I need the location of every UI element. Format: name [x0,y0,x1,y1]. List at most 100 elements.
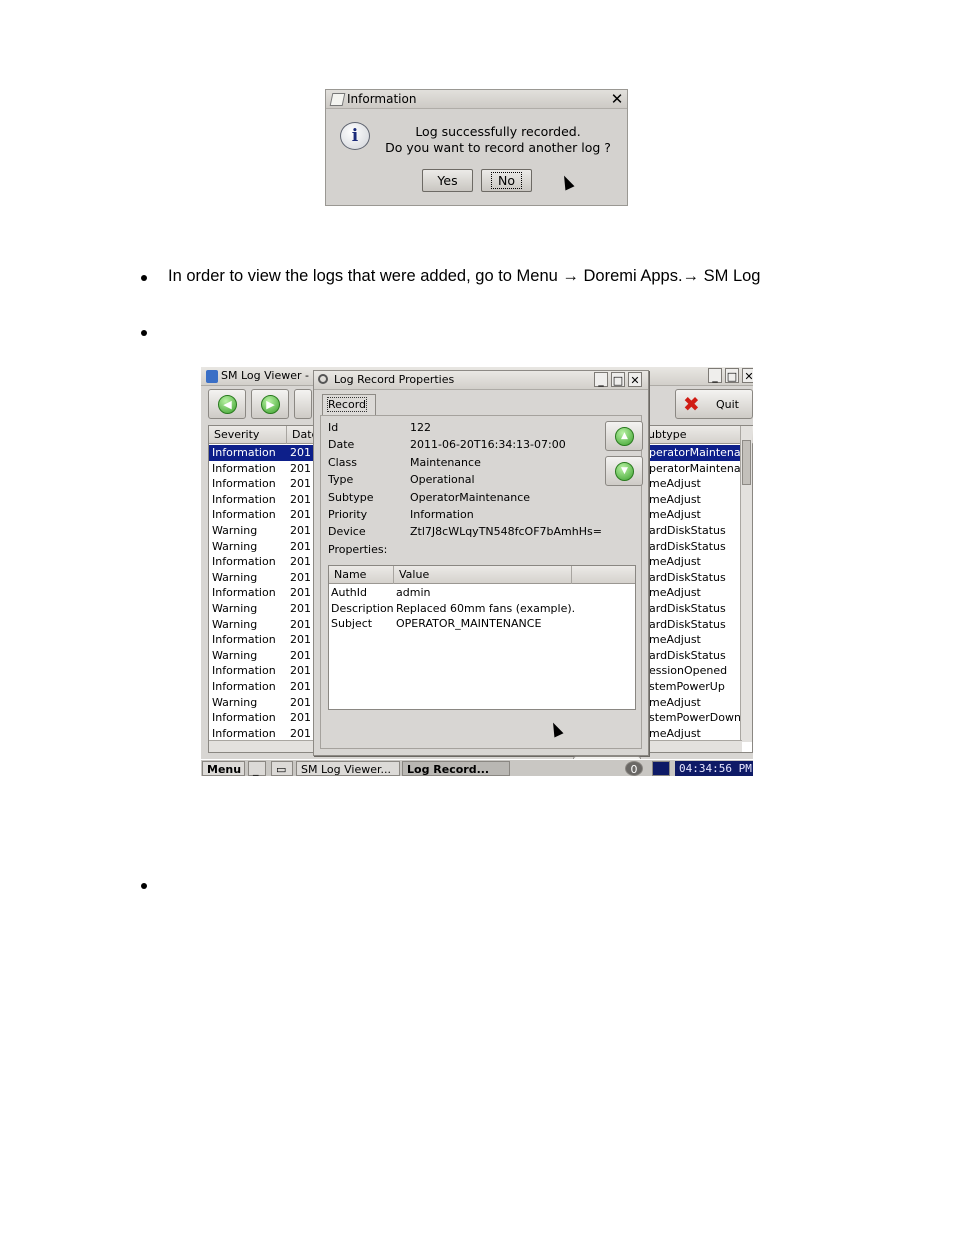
cell-date: 201 [290,648,311,662]
cell-severity: Information [212,492,276,506]
dialog-message-line1: Log successfully recorded. [415,124,581,139]
information-dialog: Information ✕ i Log successfully recorde… [325,89,628,206]
minimize-button[interactable]: _ [594,372,608,387]
back-button[interactable]: ◀ [208,389,246,419]
minimize-button[interactable]: _ [708,368,722,383]
close-button[interactable]: ✕ [742,368,753,383]
cell-subtype: meAdjust [649,695,701,709]
menu-button[interactable]: Menu [202,761,245,776]
vertical-scrollbar[interactable] [740,426,752,742]
no-button[interactable]: No [481,169,532,192]
close-icon[interactable]: ✕ [609,91,625,107]
cell-subtype: peratorMaintenan [649,446,748,459]
cell-date: 201 [290,664,311,678]
maximize-button[interactable]: □ [725,368,739,383]
green-left-arrow-icon: ◀ [218,395,237,414]
column-value[interactable]: Value [394,566,572,584]
dialog-title: Information [347,92,417,106]
column-name[interactable]: Name [329,566,394,584]
tab-record-label: Record [326,397,368,412]
field-key: Device [328,525,366,539]
cell-subtype: ardDiskStatus [649,539,726,553]
cell-subtype: meAdjust [649,477,701,491]
property-value: Replaced 60mm fans (example). [396,601,576,615]
quit-label: Quit [716,398,739,411]
cell-severity: Information [212,586,276,600]
field-key: Id [328,421,339,434]
cell-subtype: ardDiskStatus [649,648,726,662]
keyboard-icon[interactable]: ▭ [271,761,293,776]
cell-severity: Information [212,711,276,725]
properties-table[interactable]: Name Value AuthId admin Description Replace… [328,565,636,710]
tray-icon [652,761,670,776]
cell-date: 201 [290,539,311,553]
field-value: OperatorMaintenance [410,490,531,504]
cell-severity: Warning [212,617,258,631]
cell-severity: Information [212,461,276,475]
cell-date: 201 [290,446,311,459]
cell-subtype: ardDiskStatus [649,617,726,631]
cell-date: 201 [290,602,311,615]
show-desktop-button[interactable]: _ [248,761,266,776]
mouse-cursor-icon [559,173,575,191]
property-value: admin [396,586,431,599]
field-key: Subtype [328,490,374,504]
cell-severity: Warning [212,648,258,662]
info-icon: i [340,122,370,150]
cell-subtype: stemPowerDown [649,711,741,725]
props-title: Log Record Properties [334,373,455,386]
bullet-dot [141,883,147,889]
bullet-dot [141,275,147,281]
cell-severity: Information [212,508,276,522]
cell-date: 201 [290,680,311,693]
tab-record[interactable]: Record [322,394,376,415]
cell-date: 201 [290,492,311,506]
field-key: Class [328,455,357,469]
clock: 04:34:56 PM [675,761,753,776]
dialog-titlebar: Information ✕ [326,90,627,109]
list-item[interactable]: Subject OPERATOR_MAINTENANCE [331,616,631,632]
property-value: OPERATOR_MAINTENANCE [396,617,542,630]
properties-label-text: Properties: [328,543,388,556]
cell-severity: Warning [212,570,258,584]
previous-record-button[interactable]: ▲ [605,421,643,451]
cell-severity: Information [212,555,276,569]
no-label: No [491,172,522,189]
cell-subtype: essionOpened [649,664,728,678]
properties-table-header: Name Value [329,566,635,584]
list-item[interactable]: AuthId admin [331,585,631,601]
close-button[interactable]: ✕ [628,372,642,387]
field-value: Ztl7J8cWLqyTN548fcOF7bAmhHs= [410,525,602,539]
notification-badge[interactable]: 0 [625,761,643,776]
cell-date: 201 [290,695,311,709]
dialog-message-line2: Do you want to record another log ? [385,140,611,155]
cell-subtype: ardDiskStatus [649,602,726,615]
record-panel: Id 122 Date 2011-06-20T16:34:13-07:00 Class M… [320,415,643,776]
log-record-properties-dialog: Log Record Properties _ □ ✕ Record Id 122… [313,370,649,776]
red-x-icon: ✖ [683,392,700,416]
scroll-thumb[interactable] [742,440,751,485]
column-subtype[interactable]: ubtype [643,426,742,444]
list-item[interactable]: Description Replaced 60mm fans (example). [331,601,631,617]
mouse-cursor-icon [548,720,564,738]
yes-button[interactable]: Yes [422,169,473,192]
property-name: Description [331,601,394,615]
column-severity[interactable]: Severity [209,426,287,444]
task-log-record[interactable]: Log Record... [402,761,510,776]
cell-date: 201 [290,633,311,647]
maximize-button[interactable]: □ [611,372,625,387]
props-titlebar: Log Record Properties _ □ ✕ [314,371,648,390]
cell-date: 201 [290,586,311,600]
forward-button[interactable]: ▶ [251,389,289,419]
field-value: Maintenance [410,455,481,469]
pencil-icon [329,93,346,106]
field-key: Type [328,473,354,487]
task-sm-log-viewer[interactable]: SM Log Viewer... [296,761,400,776]
cell-subtype: meAdjust [649,555,701,569]
quit-button[interactable]: ✖ Quit [675,389,753,419]
cell-date: 201 [290,524,311,537]
record-log-button[interactable] [294,389,312,419]
next-record-button[interactable]: ▼ [605,456,643,486]
green-down-arrow-icon: ▼ [615,462,634,481]
cell-severity: Warning [212,539,258,553]
